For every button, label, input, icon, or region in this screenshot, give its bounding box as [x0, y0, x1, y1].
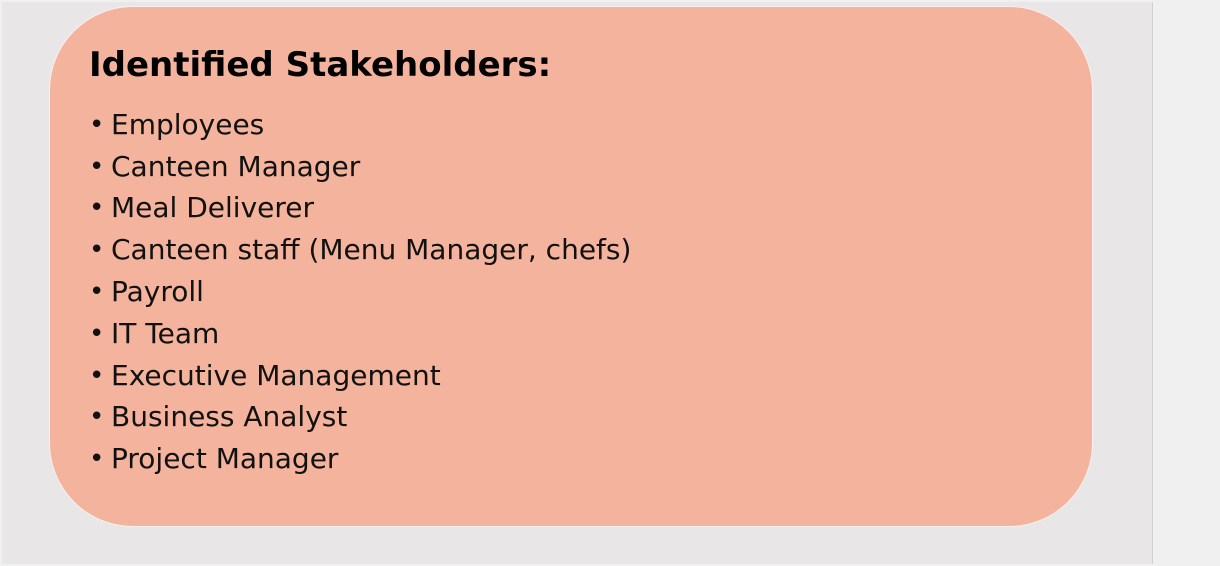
list-item-label: Executive Management	[111, 358, 441, 392]
list-item: • Business Analyst	[89, 397, 631, 439]
right-side-panel	[1154, 2, 1218, 564]
slide-title: Identified Stakeholders:	[89, 45, 552, 85]
list-item-label: Payroll	[111, 275, 204, 309]
presentation-editor: Identified Stakeholders: • Employees • C…	[0, 0, 1220, 566]
list-item: • Canteen staff (Menu Manager, chefs)	[89, 229, 631, 271]
list-item: • Canteen Manager	[89, 146, 631, 188]
bullet-icon: •	[89, 109, 105, 140]
list-item-label: Meal Deliverer	[111, 191, 314, 225]
list-item-label: Canteen Manager	[111, 149, 361, 183]
bullet-icon: •	[89, 318, 105, 349]
list-item: • Payroll	[89, 271, 631, 313]
list-item-label: Canteen staff (Menu Manager, chefs)	[111, 233, 632, 267]
list-item: • Employees	[89, 104, 631, 146]
bullet-icon: •	[89, 235, 105, 266]
bullet-icon: •	[89, 277, 105, 308]
bullet-icon: •	[89, 402, 105, 433]
bullet-icon: •	[89, 193, 105, 224]
bullet-icon: •	[89, 151, 105, 182]
list-item-label: IT Team	[111, 316, 220, 350]
list-item-label: Employees	[111, 107, 265, 141]
list-item: • Meal Deliverer	[89, 188, 631, 230]
list-item-label: Project Manager	[111, 442, 339, 476]
list-item-label: Business Analyst	[111, 400, 348, 434]
list-item: • Executive Management	[89, 355, 631, 397]
list-item: • IT Team	[89, 313, 631, 355]
list-item: • Project Manager	[89, 438, 631, 480]
stakeholder-list: • Employees • Canteen Manager • Meal Del…	[89, 104, 631, 480]
slide-canvas[interactable]: Identified Stakeholders: • Employees • C…	[2, 2, 1153, 564]
bullet-icon: •	[89, 444, 105, 475]
bullet-icon: •	[89, 360, 105, 391]
stakeholders-card[interactable]: Identified Stakeholders: • Employees • C…	[49, 6, 1093, 527]
